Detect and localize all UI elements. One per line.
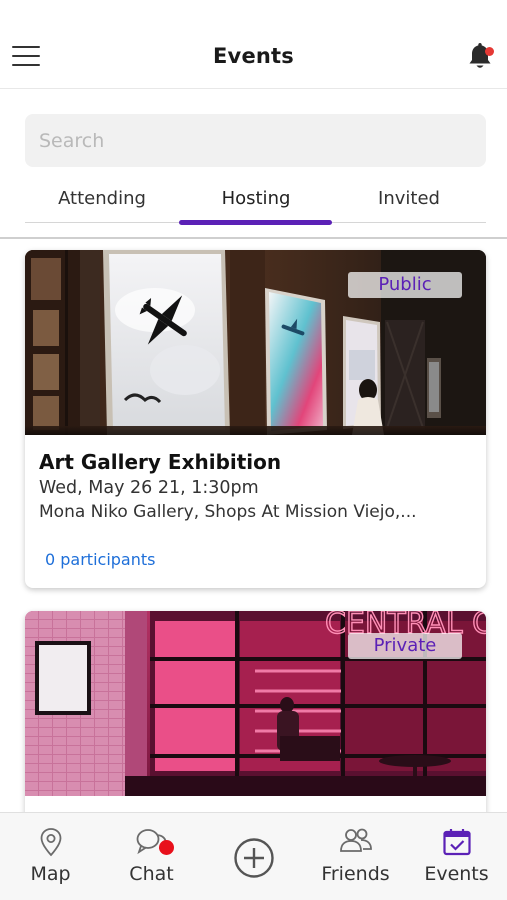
event-location: Mona Niko Gallery, Shops At Mission Viej…: [39, 502, 417, 522]
event-image: Public: [25, 250, 486, 435]
bottom-navigation: Map Chat Friends Events: [0, 812, 507, 900]
visibility-badge: Private: [348, 633, 462, 659]
page-title: Events: [213, 44, 294, 68]
nav-events-label: Events: [424, 863, 489, 885]
tab-invited[interactable]: Invited: [332, 188, 486, 209]
calendar-check-icon: [442, 827, 472, 861]
tab-attending[interactable]: Attending: [25, 188, 179, 209]
nav-map-label: Map: [30, 863, 71, 885]
nav-add[interactable]: [203, 813, 304, 900]
event-image: CENTRAL CINEMA Private: [25, 611, 486, 796]
add-circle-icon: [233, 837, 275, 883]
tab-hosting[interactable]: Hosting: [179, 188, 333, 209]
nav-map[interactable]: Map: [0, 813, 101, 900]
bell-icon[interactable]: [465, 40, 495, 72]
nav-chat-label: Chat: [129, 863, 174, 885]
notification-dot: [485, 47, 494, 56]
nav-friends-label: Friends: [321, 863, 390, 885]
search-input[interactable]: [25, 114, 486, 167]
nav-events[interactable]: Events: [406, 813, 507, 900]
tabs-divider: [0, 237, 507, 239]
nav-friends[interactable]: Friends: [305, 813, 406, 900]
event-tabs: Attending Hosting Invited: [25, 184, 486, 225]
participants-link[interactable]: 0 participants: [45, 550, 155, 569]
top-bar: Events: [0, 0, 507, 89]
event-card[interactable]: Public Art Gallery Exhibition Wed, May 2…: [25, 250, 486, 588]
event-title: Art Gallery Exhibition: [39, 450, 282, 474]
nav-chat[interactable]: Chat: [101, 813, 202, 900]
events-screen: Events Attending Hosting Invited: [0, 0, 507, 900]
visibility-badge: Public: [348, 272, 462, 298]
active-tab-indicator: [179, 220, 332, 225]
event-card[interactable]: CENTRAL CINEMA Private: [25, 611, 486, 841]
friends-icon: [339, 827, 373, 859]
map-pin-icon: [38, 827, 64, 861]
event-date: Wed, May 26 21, 1:30pm: [39, 478, 259, 498]
chat-unread-dot: [159, 840, 174, 855]
